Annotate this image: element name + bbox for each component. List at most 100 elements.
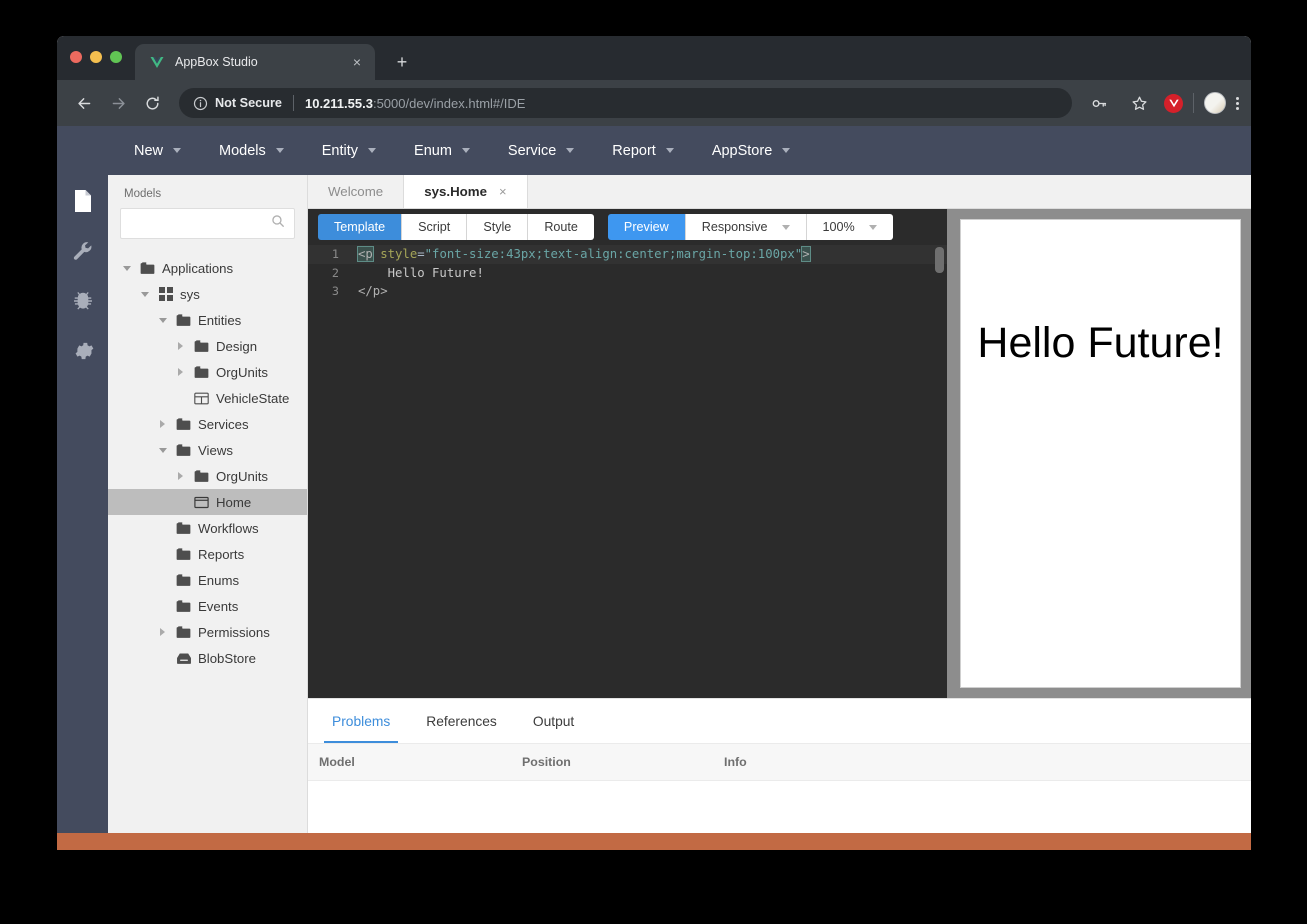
editor-scrollbar[interactable] bbox=[935, 247, 944, 273]
tree-item-label: BlobStore bbox=[198, 651, 256, 666]
info-circle-icon[interactable] bbox=[193, 96, 208, 111]
close-window-button[interactable] bbox=[70, 51, 82, 63]
menu-report-label: Report bbox=[612, 143, 656, 159]
search-input[interactable] bbox=[130, 217, 271, 231]
chevron-down-icon bbox=[462, 148, 470, 153]
chevron-right-icon[interactable] bbox=[156, 628, 169, 636]
line-number: 2 bbox=[308, 266, 350, 280]
file-icon[interactable] bbox=[71, 189, 95, 213]
avatar[interactable] bbox=[1204, 92, 1226, 114]
close-icon[interactable]: × bbox=[349, 55, 365, 69]
responsive-select[interactable]: Responsive bbox=[686, 214, 807, 240]
editor-tab-welcome[interactable]: Welcome bbox=[308, 175, 403, 208]
editor-column: Welcome sys.Home × Template Script bbox=[308, 175, 1251, 850]
security-status-label: Not Secure bbox=[215, 96, 282, 110]
preview-controls-group: Preview Responsive 100% bbox=[608, 214, 893, 240]
chevron-down-icon[interactable] bbox=[120, 266, 133, 271]
gear-icon[interactable] bbox=[71, 339, 95, 363]
browser-tab-strip: AppBox Studio × + bbox=[57, 36, 1251, 80]
folder-icon bbox=[175, 574, 192, 587]
tab-problems[interactable]: Problems bbox=[316, 699, 406, 743]
code-line: 3 </p> bbox=[308, 282, 947, 301]
view-mode-group: Template Script Style Route bbox=[318, 214, 594, 240]
tree-item-sys[interactable]: sys bbox=[108, 281, 307, 307]
tree-item-workflows[interactable]: Workflows bbox=[108, 515, 307, 541]
tree-item-views[interactable]: Views bbox=[108, 437, 307, 463]
tree-item-home[interactable]: Home bbox=[108, 489, 307, 515]
chevron-down-icon bbox=[782, 225, 790, 230]
menu-entity[interactable]: Entity bbox=[303, 126, 395, 175]
code-editor[interactable]: 1 <p style="font-size:43px;text-align:ce… bbox=[308, 245, 947, 698]
tree-item-label: OrgUnits bbox=[216, 469, 268, 484]
chevron-down-icon[interactable] bbox=[138, 292, 151, 297]
tree-item-reports[interactable]: Reports bbox=[108, 541, 307, 567]
browser-tab[interactable]: AppBox Studio × bbox=[135, 44, 375, 80]
chevron-down-icon[interactable] bbox=[156, 318, 169, 323]
menu-appstore[interactable]: AppStore bbox=[693, 126, 809, 175]
chevron-right-icon[interactable] bbox=[174, 472, 187, 480]
tree-item-services[interactable]: Services bbox=[108, 411, 307, 437]
tree-item-permissions[interactable]: Permissions bbox=[108, 619, 307, 645]
tab-script[interactable]: Script bbox=[402, 214, 467, 240]
folder-icon bbox=[175, 314, 192, 327]
tab-route[interactable]: Route bbox=[528, 214, 594, 240]
tab-template[interactable]: Template bbox=[318, 214, 402, 240]
models-tree[interactable]: ApplicationssysEntitiesDesignOrgUnitsVeh… bbox=[108, 249, 307, 850]
preview-toggle-button[interactable]: Preview bbox=[608, 214, 686, 240]
window-traffic-lights bbox=[70, 51, 122, 63]
tree-item-label: Permissions bbox=[198, 625, 270, 640]
tree-item-entities[interactable]: Entities bbox=[108, 307, 307, 333]
tree-item-orgunits[interactable]: OrgUnits bbox=[108, 463, 307, 489]
tab-style[interactable]: Style bbox=[467, 214, 528, 240]
tree-item-enums[interactable]: Enums bbox=[108, 567, 307, 593]
reload-icon[interactable] bbox=[137, 88, 167, 118]
close-icon[interactable]: × bbox=[499, 184, 507, 199]
extension-badge-icon[interactable] bbox=[1164, 94, 1183, 113]
chevron-down-icon bbox=[276, 148, 284, 153]
responsive-select-label: Responsive bbox=[702, 220, 768, 234]
new-tab-button[interactable]: + bbox=[391, 52, 413, 73]
app-grid-icon bbox=[157, 287, 174, 301]
menu-service[interactable]: Service bbox=[489, 126, 593, 175]
minimize-window-button[interactable] bbox=[90, 51, 102, 63]
tree-item-applications[interactable]: Applications bbox=[108, 255, 307, 281]
chevron-right-icon[interactable] bbox=[174, 368, 187, 376]
tree-item-vehiclestate[interactable]: VehicleState bbox=[108, 385, 307, 411]
vue-v-icon bbox=[149, 54, 165, 70]
tree-item-blobstore[interactable]: BlobStore bbox=[108, 645, 307, 671]
tab-output[interactable]: Output bbox=[517, 699, 590, 743]
menu-models[interactable]: Models bbox=[200, 126, 303, 175]
status-strip bbox=[57, 833, 1251, 850]
star-icon[interactable] bbox=[1124, 88, 1154, 118]
url-host: 10.211.55.3 bbox=[305, 96, 373, 111]
editor-tab-sys-home[interactable]: sys.Home × bbox=[403, 175, 527, 208]
preview-iframe[interactable]: Hello Future! bbox=[960, 219, 1241, 688]
key-icon[interactable] bbox=[1084, 88, 1114, 118]
tree-item-label: Enums bbox=[198, 573, 239, 588]
chevron-right-icon[interactable] bbox=[156, 420, 169, 428]
tree-item-events[interactable]: Events bbox=[108, 593, 307, 619]
menu-entity-label: Entity bbox=[322, 143, 358, 159]
menu-report[interactable]: Report bbox=[593, 126, 693, 175]
chevron-down-icon bbox=[666, 148, 674, 153]
maximize-window-button[interactable] bbox=[110, 51, 122, 63]
omnibox-divider bbox=[293, 95, 294, 111]
zoom-select[interactable]: 100% bbox=[807, 214, 893, 240]
bug-icon[interactable] bbox=[71, 289, 95, 313]
folder-icon bbox=[193, 340, 210, 353]
address-bar[interactable]: Not Secure 10.211.55.3:5000/dev/index.ht… bbox=[179, 88, 1072, 118]
chevron-down-icon[interactable] bbox=[156, 448, 169, 453]
tree-item-orgunits[interactable]: OrgUnits bbox=[108, 359, 307, 385]
menu-enum[interactable]: Enum bbox=[395, 126, 489, 175]
search-icon[interactable] bbox=[271, 214, 285, 233]
tree-item-design[interactable]: Design bbox=[108, 333, 307, 359]
wrench-icon[interactable] bbox=[71, 239, 95, 263]
chevron-right-icon[interactable] bbox=[174, 342, 187, 350]
folder-icon bbox=[175, 522, 192, 535]
menu-new[interactable]: New bbox=[115, 126, 200, 175]
tab-references[interactable]: References bbox=[410, 699, 513, 743]
back-arrow-icon[interactable] bbox=[69, 88, 99, 118]
forward-arrow-icon[interactable] bbox=[103, 88, 133, 118]
kebab-menu-icon[interactable] bbox=[1236, 97, 1239, 110]
search-box[interactable] bbox=[120, 208, 295, 239]
